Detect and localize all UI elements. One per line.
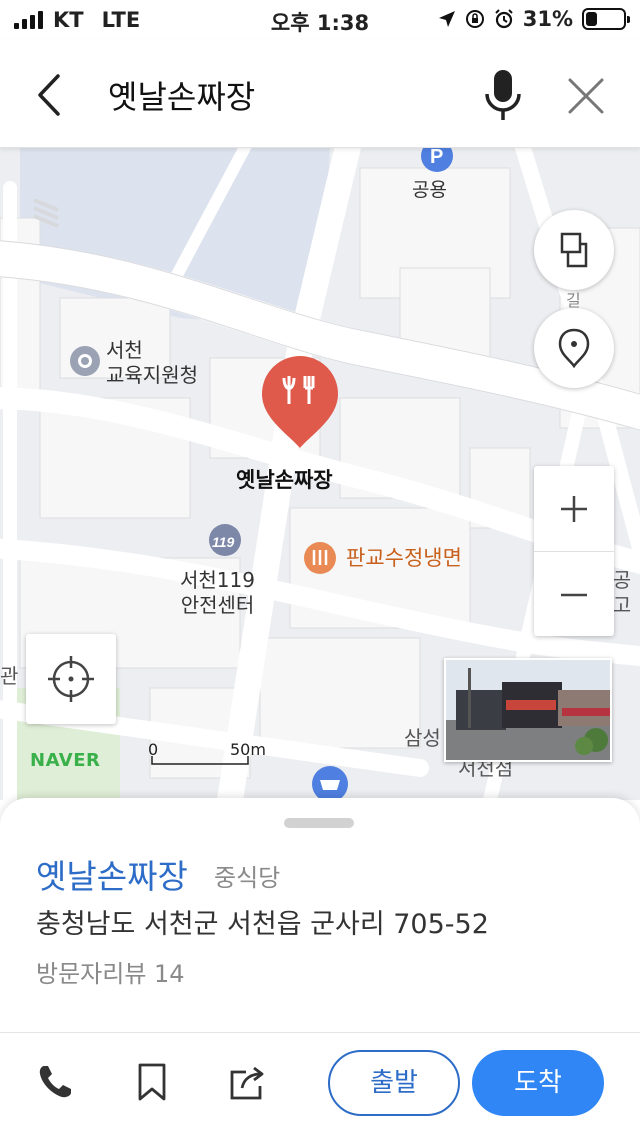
svg-text:119: 119 [212, 534, 235, 550]
street-view-image [446, 660, 610, 760]
search-header: 옛날손짜장 [0, 40, 640, 148]
place-info-sheet[interactable]: 옛날손짜장 중식당 충청남도 서천군 서천읍 군사리 705-52 방문자리뷰 … [0, 798, 640, 1136]
zoom-in-button[interactable] [534, 466, 614, 551]
place-name[interactable]: 옛날손짜장 [36, 850, 188, 898]
close-icon[interactable] [564, 74, 608, 118]
samsung-label: 삼성 [404, 726, 441, 750]
map-layers-button[interactable] [534, 210, 614, 290]
rotation-lock-icon [465, 10, 484, 28]
crosshair-icon [48, 656, 94, 702]
edge-left-label: 관 [0, 664, 19, 688]
arrive-route-button[interactable]: 도착 [472, 1050, 604, 1116]
start-route-button[interactable]: 출발 [328, 1050, 460, 1116]
phone-icon[interactable] [34, 1060, 78, 1104]
place-address: 충청남도 서천군 서천읍 군사리 705-52 [36, 909, 489, 940]
alarm-icon [495, 9, 513, 29]
current-location-button[interactable] [26, 634, 116, 724]
parking-label: 공용 [412, 179, 447, 201]
visitor-reviews[interactable]: 방문자리뷰 14 [36, 954, 185, 989]
place-category: 중식당 [214, 864, 281, 892]
svg-text:P: P [430, 148, 443, 168]
place-pin-button[interactable] [534, 308, 614, 388]
nearby-restaurant-label[interactable]: 판교수정냉면 [346, 546, 462, 571]
map-scale: 0 50m [148, 740, 266, 766]
scale-bar [151, 756, 249, 765]
sheet-drag-handle[interactable] [284, 818, 354, 828]
microphone-icon[interactable] [478, 66, 528, 126]
location-arrow-icon [438, 11, 455, 27]
plus-icon [561, 496, 587, 522]
layers-icon [560, 232, 588, 268]
back-arrow-icon[interactable] [28, 70, 72, 120]
minus-icon [561, 593, 587, 597]
street-view-thumbnail[interactable] [444, 658, 612, 762]
map-view[interactable]: P 119 공용 서천 교육지원청 옛날손짜장 판교수정냉면 서천119 안전센… [0, 148, 640, 800]
battery-percent: 31% [522, 7, 573, 31]
status-bar: KT LTE 오후 1:38 31% [0, 0, 640, 40]
edu-office-label: 서천 교육지원청 [106, 338, 198, 387]
selected-place-label[interactable]: 옛날손짜장 [236, 468, 333, 493]
battery-icon [582, 8, 630, 30]
sheet-divider [0, 1032, 640, 1033]
share-icon[interactable] [226, 1060, 270, 1104]
search-query[interactable]: 옛날손짜장 [108, 72, 255, 118]
bookmark-icon[interactable] [130, 1060, 174, 1104]
naver-watermark: NAVER [30, 750, 101, 771]
status-right: 31% [438, 7, 630, 31]
map-pin-outline-icon [558, 328, 590, 369]
battery-fill [586, 12, 598, 26]
fire-station-label: 서천119 안전센터 [180, 568, 255, 617]
zoom-control [534, 466, 614, 636]
zoom-out-button[interactable] [534, 551, 614, 636]
